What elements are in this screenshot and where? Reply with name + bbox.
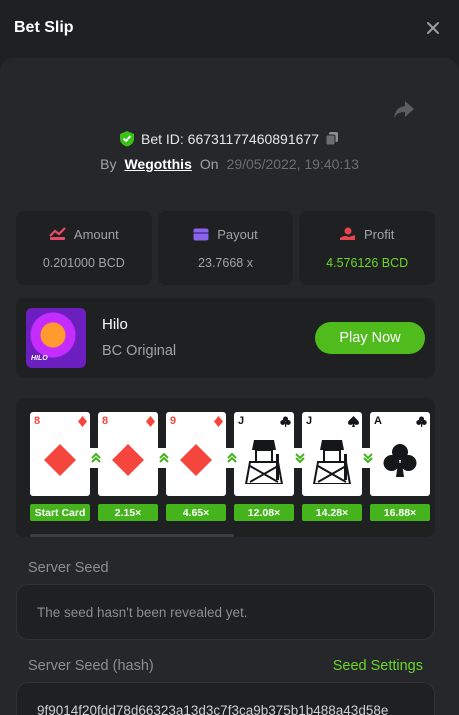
profit-label-row: Profit [340, 227, 394, 242]
profit-value: 4.576126 BCD [326, 255, 409, 270]
header: Bet Slip [0, 0, 459, 56]
card-2: 8 [98, 412, 158, 496]
jack-face-icon [312, 440, 352, 484]
diamond-icon [78, 416, 87, 427]
club-icon [416, 416, 427, 427]
close-button[interactable] [421, 16, 445, 40]
profit-stat: Profit 4.576126 BCD [299, 211, 436, 285]
spade-icon [348, 416, 359, 427]
lower-arrow [290, 448, 310, 468]
card-rank: 8 [102, 415, 109, 427]
jack-face-icon [244, 440, 284, 484]
diamond-icon [214, 416, 223, 427]
user-link[interactable]: Wegotthis [124, 156, 191, 172]
amount-label-row: Amount [49, 227, 119, 242]
lower-arrow [358, 448, 378, 468]
server-seed-label: Server Seed [28, 560, 109, 576]
profit-icon [340, 227, 355, 240]
wallet-icon [193, 228, 209, 240]
card-4: J [234, 412, 294, 496]
game-name: Hilo [102, 316, 128, 333]
amount-label: Amount [73, 226, 119, 242]
amount-icon [49, 227, 66, 240]
copy-icon[interactable] [325, 131, 340, 146]
close-icon [427, 22, 439, 34]
club-icon [383, 444, 417, 477]
multiplier-badge: 14.28× [302, 504, 362, 521]
card-6: A [370, 412, 430, 496]
chevron-up-icon [159, 452, 169, 463]
cards-scrollbar[interactable] [30, 534, 234, 537]
card-rank: A [374, 415, 382, 427]
bet-slip-panel: Bet ID: 66731177460891677 By Wegotthis O… [0, 58, 459, 715]
bet-timestamp: 29/05/2022, 19:40:13 [226, 156, 359, 172]
game-thumbnail: HILO [26, 308, 86, 368]
card-rank: 8 [34, 415, 41, 427]
diamond-icon [180, 444, 212, 476]
game-subtitle: BC Original [102, 343, 177, 359]
card-rank: J [306, 415, 313, 427]
cards-strip[interactable]: 8 Start Card 8 2.15× 9 4.65× J 12.08× J … [16, 398, 435, 537]
multiplier-badge: 16.88× [370, 504, 430, 521]
payout-stat: Payout 23.7668 x [157, 211, 294, 285]
thumbnail-label: HILO [31, 355, 48, 362]
club-icon [280, 416, 291, 427]
server-seed-hash-label: Server Seed (hash) [28, 658, 154, 674]
on-label: On [199, 156, 219, 172]
bet-id-row: Bet ID: 66731177460891677 [0, 130, 459, 147]
diamond-icon [44, 444, 76, 476]
chevron-up-icon [91, 452, 101, 463]
bet-id: Bet ID: 66731177460891677 [140, 130, 319, 147]
multiplier-badge: 4.65× [166, 504, 226, 521]
share-icon [394, 101, 414, 118]
higher-arrow [154, 448, 174, 468]
chevron-down-icon [363, 453, 373, 464]
card-rank: J [238, 415, 245, 427]
payout-label: Payout [217, 226, 258, 242]
amount-stat: Amount 0.201000 BCD [16, 211, 152, 285]
amount-value: 0.201000 BCD [42, 255, 125, 270]
verified-shield-icon [119, 131, 134, 147]
payout-value: 23.7668 x [198, 255, 253, 270]
bet-stats: Amount 0.201000 BCD Payout 23.7668 x Pro… [16, 211, 436, 285]
diamond-icon [112, 444, 144, 476]
multiplier-badge: 12.08× [234, 504, 294, 521]
profit-label: Profit [364, 226, 395, 242]
card-3: 9 [166, 412, 226, 496]
game-card: HILO Hilo BC Original Play Now [16, 298, 435, 378]
bet-byline: By Wegotthis On 29/05/2022, 19:40:13 [0, 156, 459, 172]
card-5: J [302, 412, 362, 496]
by-label: By [100, 156, 117, 172]
share-button[interactable] [393, 98, 415, 120]
chevron-down-icon [295, 453, 305, 464]
higher-arrow [222, 448, 242, 468]
chevron-up-icon [227, 452, 237, 463]
higher-arrow [86, 448, 106, 468]
server-seed-field: The seed hasn't been revealed yet. [16, 584, 435, 640]
payout-label-row: Payout [193, 226, 258, 242]
diamond-icon [146, 416, 155, 427]
server-seed-hash-field: 9f9014f20fdd78d66323a13d3c7f3ca9b375b1b4… [16, 682, 435, 715]
page-title: Bet Slip [14, 19, 74, 36]
multiplier-badge: Start Card [30, 504, 90, 521]
card-rank: 9 [170, 415, 177, 427]
card-1: 8 [30, 412, 90, 496]
play-now-button[interactable]: Play Now [315, 322, 425, 354]
multiplier-badge: 2.15× [98, 504, 158, 521]
seed-settings-link[interactable]: Seed Settings [333, 658, 423, 674]
